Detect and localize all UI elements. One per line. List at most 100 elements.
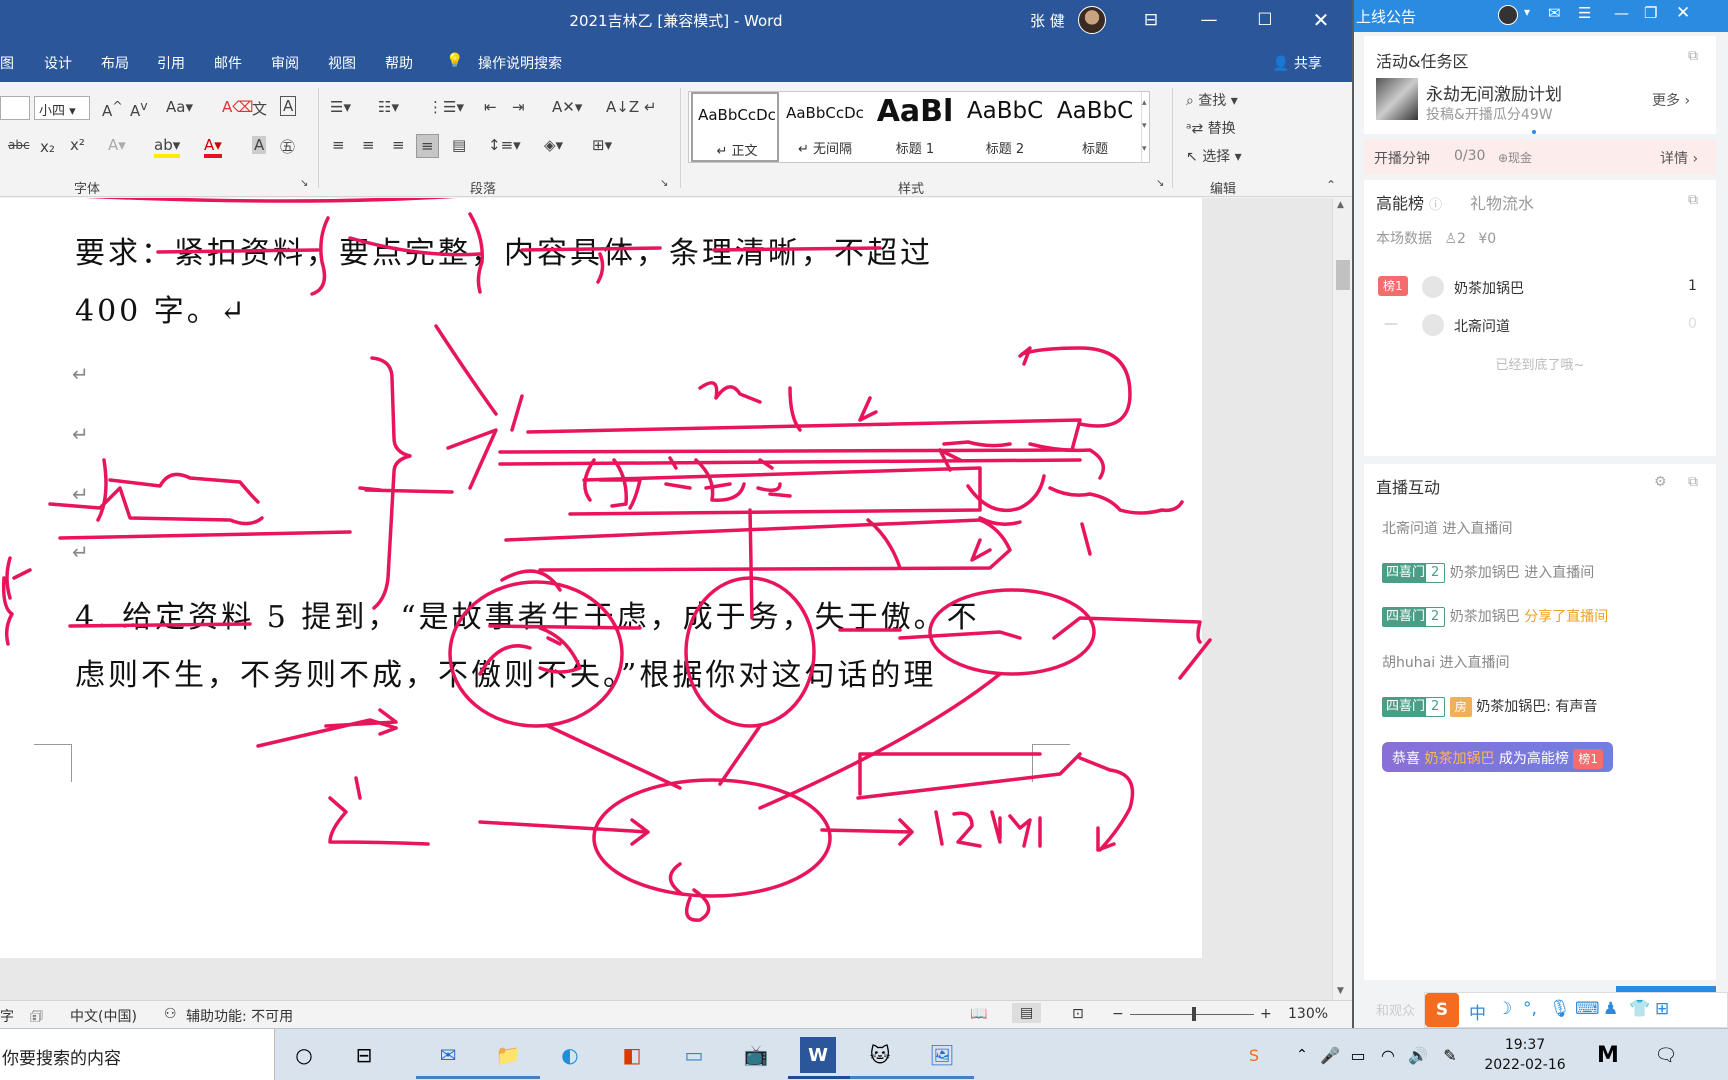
- tab-insert-fragment[interactable]: 图: [0, 53, 14, 73]
- tab-energy-rank[interactable]: 高能榜 ⓘ: [1376, 190, 1442, 214]
- align-left-icon[interactable]: ≡: [332, 136, 345, 154]
- mail-icon[interactable]: ✉: [1548, 4, 1561, 22]
- rank-row[interactable]: — 北斋问道 0: [1376, 314, 1706, 340]
- font-size-combo[interactable]: 小四 ▾: [34, 96, 90, 120]
- subscript-icon[interactable]: x₂: [40, 138, 55, 156]
- mail-app-icon[interactable]: ✉: [430, 1037, 466, 1073]
- scroll-down-icon[interactable]: ▼: [1337, 986, 1344, 996]
- vertical-scrollbar[interactable]: ▲ ▼: [1332, 198, 1352, 1000]
- style-normal[interactable]: AaBbCcDc ↵ 正文: [691, 92, 779, 162]
- multilevel-list-icon[interactable]: ⋮☰▾: [428, 98, 464, 116]
- tab-references[interactable]: 引用: [157, 53, 185, 73]
- punctuation-icon[interactable]: °,: [1523, 999, 1537, 1019]
- user-icon[interactable]: ♟: [1603, 999, 1618, 1019]
- details-link[interactable]: 详情 ›: [1660, 148, 1698, 168]
- sogou-tray-icon[interactable]: S: [1236, 1037, 1272, 1073]
- cortana-icon[interactable]: ○: [286, 1037, 322, 1073]
- tab-gift-flow[interactable]: 礼物流水: [1470, 190, 1534, 214]
- language-indicator[interactable]: 中文(中国): [70, 1006, 137, 1026]
- chat-user[interactable]: 北斋问道: [1382, 521, 1438, 537]
- increase-indent-icon[interactable]: ⇥: [512, 98, 525, 116]
- paragraph-dialog-launcher-icon[interactable]: ↘: [660, 178, 668, 189]
- font-color-icon[interactable]: A▾: [204, 136, 222, 158]
- text-effects-icon[interactable]: A▾: [108, 136, 126, 154]
- tab-view[interactable]: 视图: [328, 53, 356, 73]
- task-view-icon[interactable]: ⊟: [346, 1037, 382, 1073]
- numbering-icon[interactable]: ☷▾: [378, 98, 399, 116]
- tab-mailings[interactable]: 邮件: [214, 53, 242, 73]
- announcement-label[interactable]: 上线公告: [1356, 6, 1416, 27]
- minimize-button[interactable]: —: [1184, 0, 1234, 40]
- bilibili-icon[interactable]: 📺: [738, 1037, 774, 1073]
- asian-layout-icon[interactable]: A✕▾: [552, 98, 582, 116]
- account-name[interactable]: 张 健: [1030, 10, 1065, 31]
- whiteboard-icon[interactable]: ▭: [676, 1037, 712, 1073]
- zoom-in-icon[interactable]: +: [1260, 1006, 1272, 1022]
- borders-icon[interactable]: ⊞▾: [592, 136, 612, 154]
- close-button[interactable]: ✕: [1296, 0, 1346, 40]
- style-title[interactable]: AaBbC 标题: [1051, 92, 1139, 162]
- shrink-font-icon[interactable]: Av: [130, 98, 148, 120]
- web-layout-icon[interactable]: ⊡: [1072, 1006, 1084, 1022]
- print-layout-icon[interactable]: ▤: [1012, 1003, 1042, 1023]
- photos-icon[interactable]: 🖼: [924, 1037, 960, 1073]
- chat-user[interactable]: 奶茶加锅巴: [1450, 609, 1520, 625]
- tab-review[interactable]: 审阅: [271, 53, 299, 73]
- sogou-logo-icon[interactable]: S: [1425, 993, 1459, 1027]
- highlight-icon[interactable]: ab▾: [154, 136, 181, 158]
- more-link[interactable]: 更多 ›: [1652, 90, 1690, 110]
- keyboard-icon[interactable]: ⌨: [1575, 999, 1600, 1019]
- scroll-up-icon[interactable]: ▲: [1337, 200, 1344, 210]
- restore-icon[interactable]: ❐: [1644, 4, 1657, 22]
- chevron-down-icon[interactable]: ▾: [1524, 5, 1530, 19]
- chat-user[interactable]: 胡huhai: [1382, 655, 1435, 671]
- avatar[interactable]: [1498, 5, 1518, 25]
- clock[interactable]: 19:37 2022-02-16: [1480, 1035, 1570, 1075]
- bullets-icon[interactable]: ☰▾: [330, 98, 351, 116]
- carousel-dot[interactable]: [1532, 130, 1536, 134]
- campaign-title[interactable]: 永劫无间激励计划: [1426, 80, 1562, 105]
- gallery-scroll[interactable]: ▴ ▾ ▾: [1141, 92, 1149, 162]
- apps-icon[interactable]: ⊞: [1655, 999, 1669, 1019]
- change-case-icon[interactable]: Aa▾: [166, 98, 193, 116]
- word-count-fragment[interactable]: 字: [0, 1006, 14, 1026]
- collapse-ribbon-icon[interactable]: ⌃: [1326, 178, 1336, 192]
- moon-icon[interactable]: ☽: [1497, 999, 1512, 1019]
- maximize-button[interactable]: ☐: [1240, 0, 1290, 40]
- gear-icon[interactable]: ⚙: [1654, 474, 1667, 490]
- collapse-icon[interactable]: ⧉: [1688, 48, 1698, 64]
- style-no-spacing[interactable]: AaBbCcDc ↵ 无间隔: [781, 92, 869, 162]
- distributed-icon[interactable]: ▤: [452, 136, 466, 154]
- scroll-thumb[interactable]: [1336, 260, 1350, 290]
- grow-font-icon[interactable]: A^: [102, 98, 123, 120]
- find-button[interactable]: ⌕ 查找 ▾: [1186, 90, 1238, 110]
- proofing-icon[interactable]: 🗊: [30, 1006, 43, 1030]
- select-button[interactable]: ↖ 选择 ▾: [1186, 146, 1242, 166]
- chat-input[interactable]: 和观众: [1376, 1000, 1415, 1019]
- volume-icon[interactable]: 🔊: [1400, 1037, 1436, 1073]
- file-explorer-icon[interactable]: 📁: [490, 1037, 526, 1073]
- rank-row[interactable]: 榜1 奶茶加锅巴 1: [1376, 276, 1706, 302]
- zoom-level[interactable]: 130%: [1288, 1006, 1328, 1022]
- ime-mode[interactable]: 中: [1469, 999, 1486, 1024]
- congrats-user[interactable]: 奶茶加锅巴: [1424, 751, 1494, 767]
- pen-icon[interactable]: ✎: [1432, 1037, 1468, 1073]
- show-marks-icon[interactable]: ↵: [644, 98, 657, 116]
- share-button[interactable]: 👤 共享: [1272, 53, 1322, 73]
- sort-icon[interactable]: A↓Z: [606, 98, 639, 116]
- align-right-icon[interactable]: ≡: [392, 136, 405, 154]
- skin-icon[interactable]: 👕: [1629, 999, 1650, 1019]
- justify-icon[interactable]: ≡: [416, 134, 439, 158]
- zoom-out-icon[interactable]: −: [1112, 1006, 1124, 1022]
- read-mode-icon[interactable]: 📖: [970, 1006, 987, 1022]
- microphone-icon[interactable]: 🎙: [1549, 999, 1571, 1019]
- accessibility-status[interactable]: 辅助功能: 不可用: [186, 1006, 293, 1026]
- styles-dialog-launcher-icon[interactable]: ↘: [1156, 178, 1164, 189]
- enclose-characters-icon[interactable]: ㊄: [280, 136, 295, 157]
- tab-design[interactable]: 设计: [44, 53, 72, 73]
- avatar[interactable]: [1078, 6, 1106, 34]
- notification-icon[interactable]: 🗨: [1648, 1037, 1684, 1073]
- chat-user[interactable]: 奶茶加锅巴: [1450, 565, 1520, 581]
- tell-me-search[interactable]: 操作说明搜索: [478, 53, 562, 73]
- close-icon[interactable]: ✕: [1676, 3, 1690, 23]
